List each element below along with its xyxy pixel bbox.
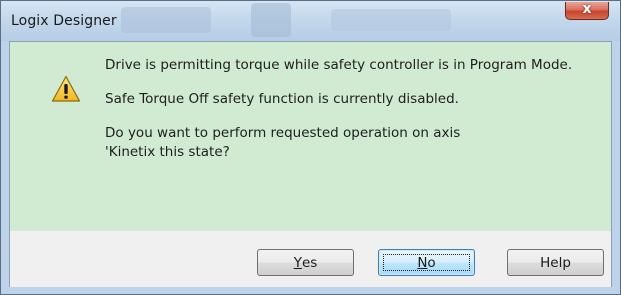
yes-button-label: es [301, 254, 318, 271]
message-line: Do you want to perform requested operati… [105, 125, 461, 141]
close-icon: x [582, 1, 592, 17]
title-bar[interactable]: Logix Designer x [1, 1, 620, 41]
yes-button-mnemonic: Y [293, 254, 302, 271]
yes-button[interactable]: Yes [257, 249, 354, 276]
message-line: Safe Torque Off safety function is curre… [105, 91, 459, 107]
window-title: Logix Designer [11, 13, 117, 29]
button-bar: Yes No Help [10, 230, 611, 287]
title-bar-glass-reflection [121, 7, 211, 33]
no-button-mnemonic: N [417, 254, 428, 271]
help-button[interactable]: Help [507, 249, 604, 276]
close-button[interactable]: x [565, 1, 609, 20]
message-line: Drive is permitting torque while safety … [105, 57, 573, 73]
dialog-window: Logix Designer x Drive is permitting tor… [0, 0, 621, 295]
title-bar-glass-reflection [331, 9, 451, 31]
message-line: 'Kinetix this state? [105, 144, 230, 160]
title-bar-glass-reflection [251, 3, 291, 37]
dialog-client-area: Drive is permitting torque while safety … [9, 41, 612, 287]
message-panel: Drive is permitting torque while safety … [10, 42, 611, 230]
warning-icon [51, 75, 81, 102]
no-button-label: o [427, 254, 436, 271]
no-button[interactable]: No [378, 249, 475, 276]
